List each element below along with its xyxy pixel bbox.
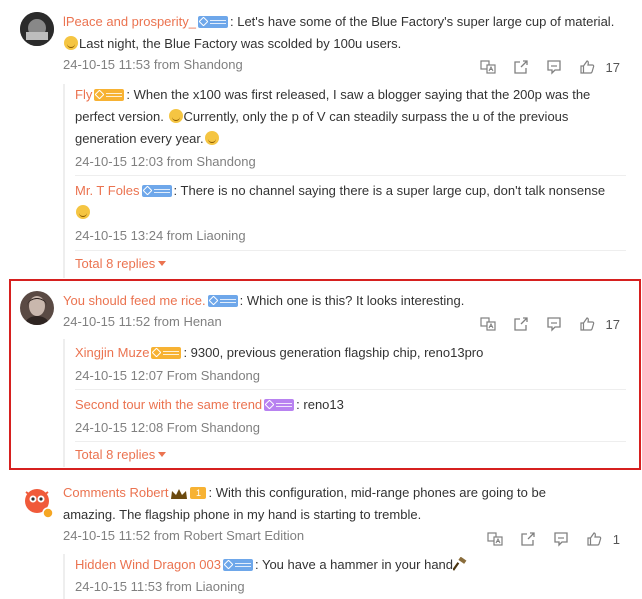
comment-text: : Which one is this? It looks interestin… [239, 293, 465, 308]
member-badge-icon[interactable] [264, 398, 295, 411]
comment-text-cont: amazing. The flagship phone in my hand i… [63, 507, 422, 522]
emoji-icon [168, 109, 183, 123]
comment-text: : With this configuration, mid-range pho… [208, 485, 546, 500]
avatar-image [20, 291, 54, 325]
caret-down-icon [158, 452, 167, 457]
member-badge-icon[interactable] [222, 558, 253, 571]
comment-username[interactable]: Comments Robert [63, 485, 168, 500]
like-count: 1 [612, 531, 620, 547]
reply-item: Xingjin Muze : 9300, previous generation … [75, 342, 626, 386]
member-badge-icon[interactable] [207, 294, 238, 307]
comment-2: You should feed me rice. : Which one is t… [0, 281, 642, 469]
reply-item: Fly : When the x100 was first released, I… [75, 84, 626, 172]
divider [75, 175, 626, 176]
reply-text: : When the x100 was first released, I sa… [126, 87, 591, 102]
reply-text: : You have a hammer in your hand [254, 557, 454, 572]
comment-3: Comments Robert 1: With this configuratio… [0, 474, 642, 599]
translate-icon[interactable] [472, 58, 505, 76]
comment-1: lPeace and prosperity_ : Let's have some … [0, 0, 642, 278]
member-badge-icon[interactable] [197, 15, 228, 28]
like-icon[interactable] [571, 315, 604, 333]
comment-icon[interactable] [545, 530, 578, 548]
reply-list: Fly : When the x100 was first released, I… [63, 84, 626, 278]
reply-text: : reno13 [296, 397, 344, 412]
caret-down-icon [158, 261, 167, 266]
reply-meta: 24-10-15 11:53 from Liaoning [75, 579, 245, 594]
crown-icon[interactable] [170, 488, 188, 500]
emoji-icon [204, 131, 219, 145]
emoji-icon [76, 205, 90, 219]
comment-icon[interactable] [538, 58, 571, 76]
level-badge[interactable]: 1 [190, 486, 207, 499]
comment-actions: 17 [472, 315, 620, 333]
member-badge-icon[interactable] [94, 88, 125, 101]
reply-text-cont: Currently, only the p of V can steadily … [183, 109, 569, 124]
share-icon[interactable] [505, 58, 538, 76]
reply-text-cont: generation every year. [75, 131, 204, 146]
comment-text-cont: Last night, the Blue Factory was scolded… [79, 36, 402, 51]
reply-text: : 9300, previous generation flagship chi… [183, 345, 484, 360]
share-icon[interactable] [512, 530, 545, 548]
comment-username[interactable]: You should feed me rice. [63, 293, 206, 308]
comment-username[interactable]: lPeace and prosperity_ [63, 14, 196, 29]
avatar[interactable] [20, 484, 54, 519]
reply-username[interactable]: Fly [75, 87, 92, 102]
reply-item: Hidden Wind Dragon 003 : You have a hamme… [75, 554, 626, 597]
reply-item: Second tour with the same trend: reno13 … [75, 394, 626, 438]
reply-text-cont: perfect version. [75, 109, 164, 124]
comment-icon[interactable] [538, 315, 571, 333]
divider [75, 250, 626, 251]
translate-icon[interactable] [479, 530, 512, 548]
divider [75, 389, 626, 390]
avatar[interactable] [20, 291, 54, 325]
reply-username[interactable]: Mr. T Foles [75, 183, 140, 198]
reply-username[interactable]: Xingjin Muze [75, 345, 149, 360]
comment-actions: 17 [472, 58, 620, 76]
member-badge-icon[interactable] [141, 184, 172, 197]
avatar[interactable] [20, 12, 54, 46]
member-badge-icon[interactable] [151, 346, 182, 359]
like-icon[interactable] [578, 530, 611, 548]
total-replies-label[interactable]: Total 8 replies [75, 256, 155, 271]
reply-list: Hidden Wind Dragon 003 : You have a hamme… [63, 554, 626, 599]
reply-text: : There is no channel saying there is a … [173, 183, 606, 198]
comment-text: : Let's have some of the Blue Factory's … [229, 14, 615, 29]
divider [75, 441, 626, 442]
emoji-icon [64, 36, 78, 50]
share-icon[interactable] [505, 315, 538, 333]
total-replies-link[interactable]: Total 8 replies [75, 256, 167, 271]
like-count: 17 [605, 316, 620, 332]
total-replies-link[interactable]: Total 8 replies [75, 447, 167, 462]
reply-meta: 24-10-15 12:07 From Shandong [75, 368, 261, 383]
hammer-icon [452, 556, 467, 571]
comment-actions: 1 [479, 530, 620, 548]
reply-meta: 24-10-15 12:03 from Shandong [75, 154, 256, 169]
reply-meta: 24-10-15 12:08 From Shandong [75, 420, 261, 435]
total-replies-label[interactable]: Total 8 replies [75, 447, 155, 462]
reply-username[interactable]: Hidden Wind Dragon 003 [75, 557, 221, 572]
reply-item: Mr. T Foles : There is no channel saying … [75, 180, 626, 246]
reply-meta: 24-10-15 13:24 from Liaoning [75, 228, 246, 243]
like-icon[interactable] [571, 58, 604, 76]
robot-avatar-image [21, 485, 54, 519]
reply-list: Xingjin Muze : 9300, previous generation … [63, 339, 626, 467]
avatar-image [20, 12, 54, 46]
like-count: 17 [605, 59, 620, 75]
translate-icon[interactable] [472, 315, 505, 333]
reply-username[interactable]: Second tour with the same trend [75, 397, 262, 412]
